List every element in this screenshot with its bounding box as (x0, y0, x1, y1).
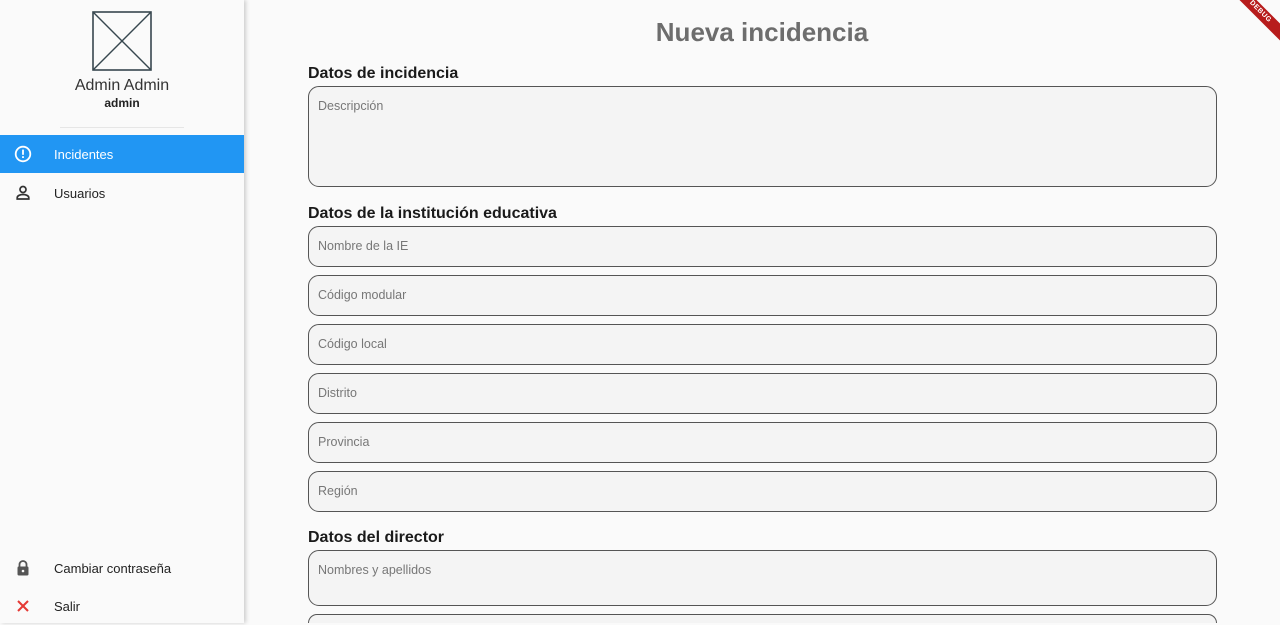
sidebar-item-label: Incidentes (54, 146, 114, 162)
field-placeholder: Distrito (318, 386, 357, 400)
distrito-field[interactable]: Distrito (308, 373, 1217, 414)
sidebar: Admin Admin admin Incidentes Usuarios Ca… (0, 0, 244, 623)
lock-icon (13, 558, 33, 578)
field-placeholder: Código local (318, 337, 387, 351)
field-placeholder: Región (318, 484, 358, 498)
codigo-local-field[interactable]: Código local (308, 324, 1217, 365)
sidebar-divider (60, 127, 184, 128)
sidebar-item-cambiar-contrasena[interactable]: Cambiar contraseña (0, 549, 244, 587)
section-title-director: Datos del director (308, 529, 445, 546)
next-field-partial[interactable] (308, 614, 1217, 623)
page-title: Nueva incidencia (655, 17, 869, 47)
section-title-institucion: Datos de la institución educativa (308, 205, 557, 222)
user-name: Admin Admin (74, 77, 170, 94)
codigo-modular-field[interactable]: Código modular (308, 275, 1217, 316)
section-title-incidencia: Datos de incidencia (308, 65, 459, 82)
field-placeholder: Nombres y apellidos (318, 563, 432, 577)
sidebar-item-label: Cambiar contraseña (54, 560, 172, 576)
avatar-placeholder-icon (92, 11, 152, 71)
person-icon (13, 183, 33, 203)
field-placeholder: Descripción (318, 99, 384, 113)
user-handle: admin (104, 96, 140, 110)
descripcion-field[interactable]: Descripción (308, 86, 1217, 187)
field-placeholder: Provincia (318, 435, 370, 449)
alert-circle-icon (13, 144, 33, 164)
field-placeholder: Nombre de la IE (318, 239, 409, 253)
field-placeholder: Código modular (318, 288, 407, 302)
provincia-field[interactable]: Provincia (308, 422, 1217, 463)
close-icon (13, 596, 33, 616)
nombres-apellidos-field[interactable]: Nombres y apellidos (308, 550, 1217, 606)
sidebar-item-salir[interactable]: Salir (0, 587, 244, 625)
nombre-ie-field[interactable]: Nombre de la IE (308, 226, 1217, 267)
sidebar-item-label: Salir (54, 598, 81, 614)
sidebar-item-label: Usuarios (54, 185, 106, 201)
region-field[interactable]: Región (308, 471, 1217, 512)
sidebar-item-usuarios[interactable]: Usuarios (0, 174, 244, 212)
sidebar-item-incidentes[interactable]: Incidentes (0, 135, 244, 173)
